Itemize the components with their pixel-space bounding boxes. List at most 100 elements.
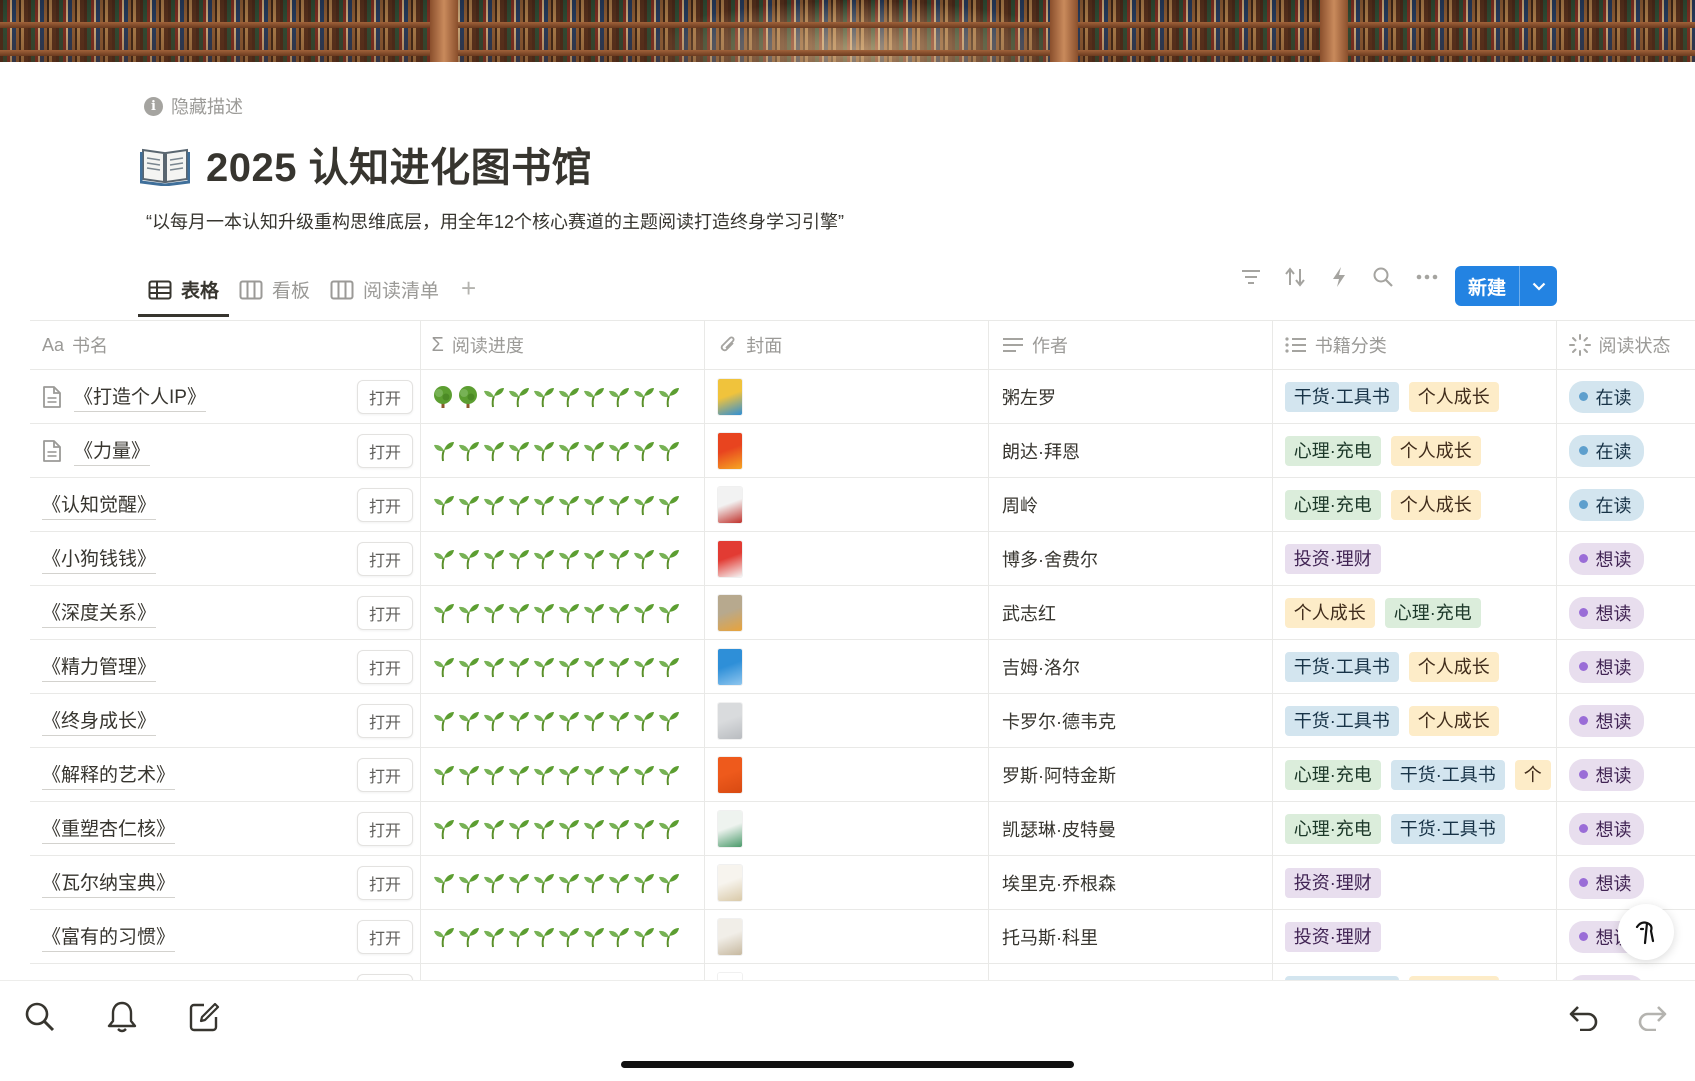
cover-thumbnail[interactable] xyxy=(718,918,743,955)
book-title[interactable]: 《解释的艺术》 xyxy=(42,760,176,790)
open-book-icon[interactable] xyxy=(139,142,191,187)
cell-reading-status[interactable]: 想读 xyxy=(1557,964,1695,980)
cell-category[interactable]: 心理·充电 干货·工具书个 xyxy=(1273,748,1557,801)
cell-reading-status[interactable]: 在读 xyxy=(1557,478,1695,531)
cell-author[interactable]: 托马斯·科里 xyxy=(989,910,1273,963)
cell-reading-progress[interactable] xyxy=(421,370,706,423)
cell-cover[interactable] xyxy=(705,748,989,801)
cell-book-name[interactable]: 《精力管理》 打开 xyxy=(30,640,422,693)
cover-thumbnail[interactable] xyxy=(718,594,743,631)
cell-category[interactable]: 心理·充电 干货·工具书 xyxy=(1273,802,1557,855)
cell-category[interactable]: 心理·充电 个人成长 xyxy=(1273,478,1557,531)
tab-reading-list[interactable]: 阅读清单 xyxy=(320,268,449,317)
chevron-down-icon[interactable] xyxy=(1520,282,1557,291)
search-icon[interactable] xyxy=(1372,266,1394,288)
open-button[interactable]: 打开 xyxy=(357,380,413,414)
cell-cover[interactable] xyxy=(705,532,989,585)
cell-cover[interactable] xyxy=(705,586,989,639)
cell-reading-status[interactable]: 想读 xyxy=(1557,532,1695,585)
cell-reading-progress[interactable] xyxy=(421,532,706,585)
book-title[interactable]: 《终身成长》 xyxy=(42,706,157,736)
column-header-cover[interactable]: 封面 xyxy=(705,321,989,369)
book-title[interactable]: 《深度关系》 xyxy=(42,598,157,628)
table-row[interactable]: 《深度关系》 打开 武志红 个人成长 心理·充电 想读 xyxy=(30,586,1695,640)
cell-category[interactable]: 投资·理财 xyxy=(1273,856,1557,909)
page-description[interactable]: “以每月一本认知升级重构思维底层，用全年12个核心赛道的主题阅读打造终身学习引擎… xyxy=(146,208,844,234)
automation-icon[interactable] xyxy=(1328,266,1350,288)
cell-reading-progress[interactable] xyxy=(421,640,706,693)
bell-icon[interactable] xyxy=(104,999,140,1035)
cell-reading-progress[interactable] xyxy=(421,856,706,909)
cell-cover[interactable] xyxy=(705,910,989,963)
cover-thumbnail[interactable] xyxy=(718,756,743,793)
cell-author[interactable]: 埃里克·乔根森 xyxy=(989,856,1273,909)
cell-author[interactable]: 粥左罗 xyxy=(989,370,1273,423)
tab-table[interactable]: 表格 xyxy=(138,268,230,317)
ai-assistant-button[interactable] xyxy=(1618,904,1674,960)
cell-cover[interactable] xyxy=(705,640,989,693)
cell-reading-progress[interactable] xyxy=(421,586,706,639)
cell-book-name[interactable]: 《小狗钱钱》 打开 xyxy=(30,532,422,585)
table-row[interactable]: 《终身成长》 打开 卡罗尔·德韦克 干货·工具书 个人成长 想读 xyxy=(30,694,1695,748)
table-row[interactable]: 《打造个人IP》 打开 粥左罗 干货·工具书 个人成长 在读 xyxy=(30,370,1695,424)
cell-author[interactable]: 武志红 xyxy=(989,586,1273,639)
open-button[interactable]: 打开 xyxy=(357,812,413,846)
table-row[interactable]: 《精力管理》 打开 吉姆·洛尔 干货·工具书 个人成长 想读 xyxy=(30,640,1695,694)
open-button[interactable]: 打开 xyxy=(357,542,413,576)
cell-book-name[interactable]: 《终身成长》 打开 xyxy=(30,694,422,747)
table-row[interactable]: 《富有的习惯》 打开 托马斯·科里 投资·理财 想读 xyxy=(30,910,1695,964)
cell-category[interactable]: 投资·理财 xyxy=(1273,910,1557,963)
cell-reading-status[interactable]: 想读 xyxy=(1557,802,1695,855)
cell-author[interactable]: 卡罗尔·德韦克 xyxy=(989,694,1273,747)
cell-reading-status[interactable]: 在读 xyxy=(1557,424,1695,477)
cell-book-name[interactable]: 《深度关系》 打开 xyxy=(30,586,422,639)
cell-author[interactable]: 朗达·拜恩 xyxy=(989,424,1273,477)
cell-cover[interactable] xyxy=(705,964,989,980)
cell-category[interactable]: 干货·工具书个人成长 xyxy=(1273,370,1557,423)
cell-cover[interactable] xyxy=(705,424,989,477)
cell-author[interactable]: 博多·舍费尔 xyxy=(989,532,1273,585)
cover-thumbnail[interactable] xyxy=(718,540,743,577)
table-row[interactable]: 《力量》 打开 朗达·拜恩 心理·充电 个人成长 在读 xyxy=(30,424,1695,478)
cell-category[interactable]: 投资·理财 xyxy=(1273,532,1557,585)
book-title[interactable]: 《瓦尔纳宝典》 xyxy=(42,868,176,898)
table-row[interactable]: 《瓦尔纳宝典》 打开 埃里克·乔根森 投资·理财 想读 xyxy=(30,856,1695,910)
open-button[interactable]: 打开 xyxy=(357,488,413,522)
book-title[interactable]: 《富有的习惯》 xyxy=(42,922,176,952)
cell-cover[interactable] xyxy=(705,694,989,747)
cell-author[interactable]: 李松蔚 xyxy=(989,964,1273,980)
cell-category[interactable]: 干货·工具书个人成长 xyxy=(1273,640,1557,693)
cell-reading-progress[interactable] xyxy=(421,910,706,963)
cover-thumbnail[interactable] xyxy=(718,810,743,847)
cover-thumbnail[interactable] xyxy=(718,648,743,685)
table-row[interactable]: 《认知觉醒》 打开 周岭 心理·充电 个人成长 在读 xyxy=(30,478,1695,532)
cover-thumbnail[interactable] xyxy=(718,972,743,980)
cell-book-name[interactable]: 《瓦尔纳宝典》 打开 xyxy=(30,856,422,909)
cell-book-name[interactable]: 《力量》 打开 xyxy=(30,424,422,477)
book-title[interactable]: 《重塑杏仁核》 xyxy=(42,814,176,844)
book-title[interactable]: 《认知觉醒》 xyxy=(42,490,157,520)
undo-icon[interactable] xyxy=(1566,999,1602,1035)
add-view-button[interactable]: + xyxy=(449,273,488,312)
search-icon[interactable] xyxy=(22,999,58,1035)
column-header-author[interactable]: 作者 xyxy=(989,321,1273,369)
tab-board[interactable]: 看板 xyxy=(229,268,320,317)
cell-cover[interactable] xyxy=(705,802,989,855)
cell-cover[interactable] xyxy=(705,478,989,531)
book-title[interactable]: 《打造个人IP》 xyxy=(74,382,206,412)
cell-reading-progress[interactable] xyxy=(421,478,706,531)
table-row[interactable]: 《5%的改变》打开 李松蔚干货·工具书个人成长想读 xyxy=(30,964,1695,980)
cell-cover[interactable] xyxy=(705,370,989,423)
cell-reading-status[interactable]: 想读 xyxy=(1557,640,1695,693)
redo-icon[interactable] xyxy=(1634,999,1670,1035)
cell-book-name[interactable]: 《解释的艺术》 打开 xyxy=(30,748,422,801)
cell-reading-progress[interactable] xyxy=(421,424,706,477)
new-button[interactable]: 新建 xyxy=(1455,266,1557,306)
cell-book-name[interactable]: 《认知觉醒》 打开 xyxy=(30,478,422,531)
book-title[interactable]: 《小狗钱钱》 xyxy=(42,544,157,574)
column-header-status[interactable]: 阅读状态 xyxy=(1557,321,1695,369)
open-button[interactable]: 打开 xyxy=(357,866,413,900)
column-header-name[interactable]: Aa 书名 xyxy=(30,321,422,369)
cell-category[interactable]: 心理·充电 个人成长 xyxy=(1273,424,1557,477)
cell-category[interactable]: 干货·工具书个人成长 xyxy=(1273,964,1557,980)
